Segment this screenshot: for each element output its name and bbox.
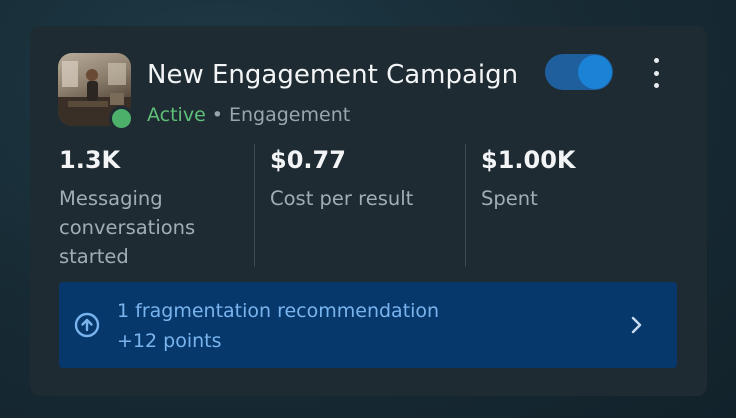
more-options-icon[interactable] — [646, 58, 666, 88]
campaign-title[interactable]: New Engagement Campaign — [147, 60, 518, 90]
metric-value: $0.77 — [270, 146, 346, 174]
metric-cost-per-result: $0.77 Cost per result — [270, 146, 460, 213]
toggle-knob — [578, 55, 612, 89]
objective-text: Engagement — [229, 104, 351, 126]
recommendation-banner[interactable]: 1 fragmentation recommendation +12 point… — [59, 282, 677, 368]
metric-label: Spent — [481, 187, 538, 210]
metric-label: Cost per result — [270, 187, 414, 210]
campaign-toggle[interactable] — [545, 54, 613, 90]
chevron-right-icon — [631, 316, 642, 334]
metric-divider — [465, 144, 466, 267]
metric-divider — [254, 144, 255, 267]
metric-value: $1.00K — [481, 146, 576, 174]
recommendation-title: 1 fragmentation recommendation — [117, 300, 440, 322]
recommendation-points: +12 points — [117, 330, 222, 352]
arrow-up-circle-icon — [74, 312, 100, 338]
status-text: Active — [147, 104, 206, 126]
campaign-subtitle: Active • Engagement — [147, 104, 350, 126]
metric-spent: $1.00K Spent — [481, 146, 671, 213]
status-indicator-dot — [109, 106, 134, 131]
metric-label: Messaging conversations started — [59, 187, 196, 268]
metric-value: 1.3K — [59, 146, 121, 174]
campaign-card[interactable]: New Engagement Campaign Active • Engagemen… — [30, 26, 707, 396]
subtitle-separator: • — [211, 104, 223, 126]
metric-messaging-conversations: 1.3K Messaging conversations started — [59, 146, 239, 271]
